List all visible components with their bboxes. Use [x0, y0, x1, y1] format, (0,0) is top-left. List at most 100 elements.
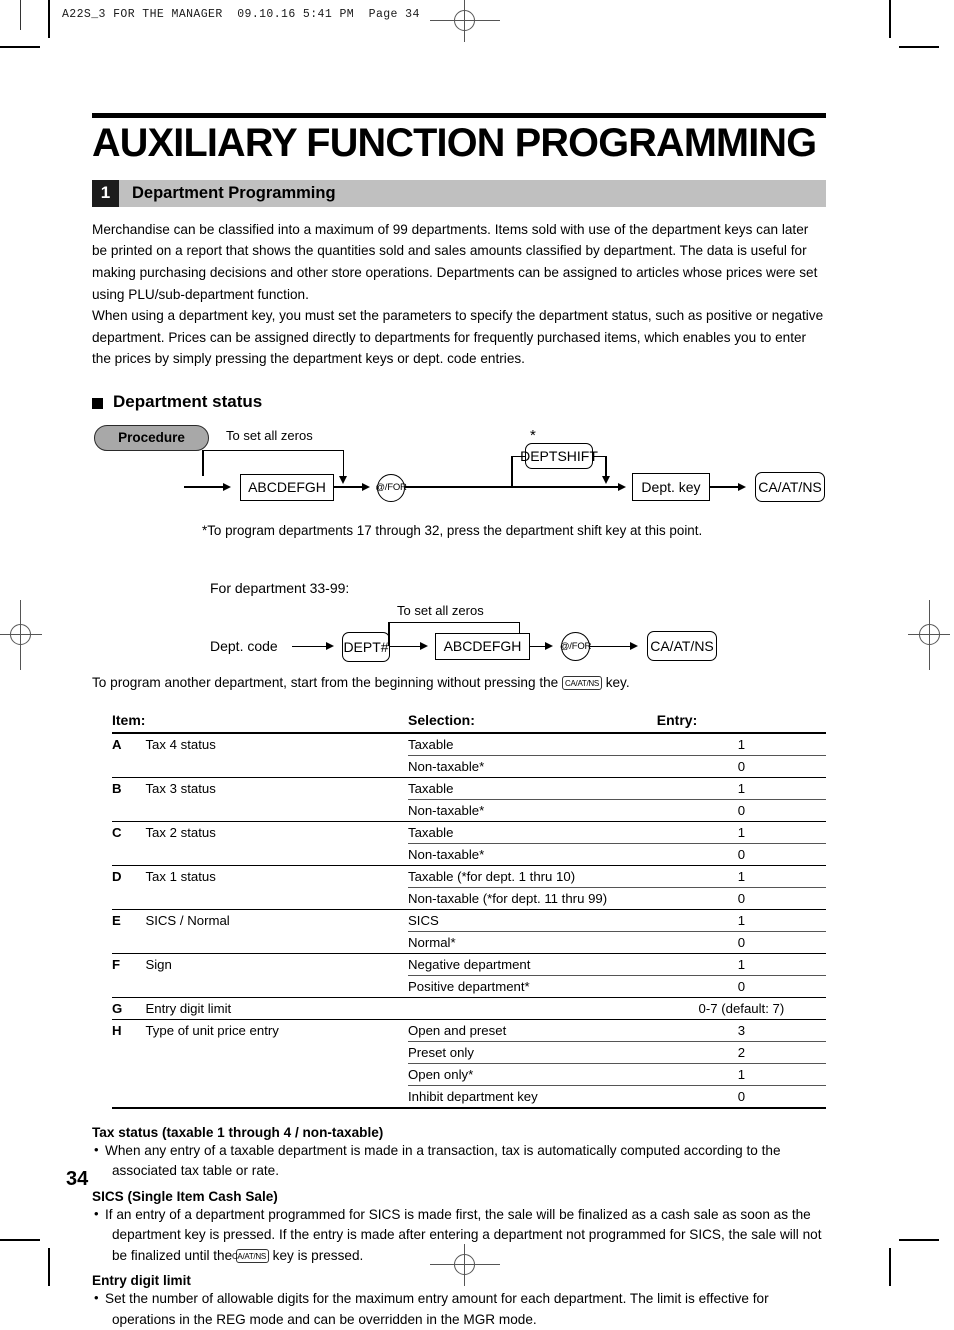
- zeros-loop-top-2: [388, 621, 520, 624]
- table-row: G Entry digit limit 0-7 (default: 7): [112, 997, 826, 1020]
- bullet-icon-3: •: [94, 1290, 99, 1306]
- deptcode-arrow: [326, 642, 334, 651]
- entry-arrow-1: [223, 482, 231, 491]
- for-to-caatns-arrow-2: [630, 642, 638, 651]
- crop-mark-top-right-vertical: [889, 0, 891, 38]
- crop-mark-top-left-horizontal: [0, 46, 40, 48]
- cell-entry: 3: [656, 1019, 826, 1042]
- deptshift-branch-right-stub: [592, 455, 606, 458]
- subheading-department-status: Department status: [92, 392, 826, 412]
- for-to-deptkey-line: [405, 486, 620, 488]
- caatns-inline-key-2: CA/AT/NS: [232, 1248, 269, 1263]
- square-bullet-icon: [92, 397, 103, 409]
- table-row: C Tax 2 status Taxable 1: [112, 821, 826, 844]
- intro-paragraph-1: Merchandise can be classified into a max…: [92, 221, 818, 302]
- table-row: F Sign Negative department 1: [112, 953, 826, 976]
- cell-code: G: [112, 997, 146, 1020]
- cell-entry: 1: [656, 953, 826, 976]
- link-param-to-for-1: [334, 486, 364, 488]
- cell-code: [112, 1063, 145, 1085]
- table-row: H Type of unit price entry Open and preset…: [112, 1019, 826, 1042]
- table-row: D Tax 1 status Taxable (*for dept. 1 thru …: [112, 865, 826, 888]
- cell-item: [145, 755, 408, 778]
- depthash-to-param-line: [390, 645, 422, 648]
- table-row: Inhibit department key 0: [112, 1085, 826, 1109]
- note-body-sics: • If an entry of a department programmed…: [92, 1205, 826, 1267]
- table-header-item: Item:: [112, 711, 146, 734]
- page-number: 34: [66, 1168, 89, 1190]
- deptshift-key: DEPTSHIFT: [520, 442, 598, 469]
- deptkey-to-caatns-line: [710, 486, 740, 488]
- cell-selection: Non-taxable*: [407, 843, 657, 866]
- note-body-entry-digit-limit: • Set the number of allowable digits for…: [92, 1289, 826, 1330]
- for-key-1: @/FOR: [375, 473, 407, 502]
- cell-item: [145, 1085, 408, 1109]
- table-header-item-blank: [145, 711, 408, 734]
- cell-item: Tax 4 status: [145, 736, 216, 752]
- cell-entry: 1: [656, 777, 826, 800]
- zeros-loop-top-1: [202, 449, 344, 452]
- set-all-zeros-label-2: To set all zeros: [397, 602, 484, 618]
- entry-line-1: [184, 486, 224, 488]
- crop-mark-top-right-horizontal: [899, 46, 939, 48]
- section-number: 1: [92, 179, 119, 207]
- crop-mark-bottom-left-vertical: [48, 1248, 50, 1286]
- cell-code: H: [112, 1022, 122, 1038]
- cell-entry: 0: [656, 1085, 826, 1109]
- table-row: Non-taxable (*for dept. 11 thru 99) 0: [112, 887, 826, 910]
- arrow-param-to-for-1: [362, 482, 370, 491]
- arrow-to-caatns-1: [738, 482, 746, 491]
- cell-selection: Normal*: [407, 931, 657, 954]
- note-body-tax-status: • When any entry of a taxable department…: [92, 1141, 826, 1182]
- cell-code: [112, 975, 146, 998]
- cell-selection: Taxable: [407, 777, 657, 800]
- cell-item: [145, 1063, 408, 1085]
- cell-entry: 0-7 (default: 7): [656, 997, 826, 1020]
- cell-item: SICS / Normal: [145, 912, 230, 928]
- cell-entry: 0: [656, 799, 826, 822]
- subheading-label: Department status: [113, 391, 263, 411]
- cell-selection: Non-taxable*: [407, 799, 657, 822]
- table-body: A Tax 4 status Taxable 1 Non-taxable* 0 B Tax 3…: [112, 732, 826, 1109]
- note-heading-sics: SICS (Single Item Cash Sale): [92, 1188, 278, 1204]
- table-header-row: Item: Selection: Entry:: [112, 711, 826, 734]
- table-row: Positive department* 0: [112, 975, 826, 998]
- cell-selection: Open only*: [407, 1063, 657, 1086]
- cell-selection: Taxable: [407, 821, 657, 844]
- cell-code: [112, 931, 146, 954]
- arrow-to-deptkey: [618, 482, 626, 491]
- deptshift-branch-left-drop: [511, 455, 513, 487]
- table-row: Non-taxable* 0: [112, 799, 826, 822]
- cell-item: [145, 975, 408, 998]
- section-header-bar: 1 Department Programming: [92, 179, 826, 207]
- cell-item: [145, 1041, 408, 1063]
- caatns-key-1: CA/AT/NS: [755, 471, 825, 502]
- registration-mark-left: [0, 600, 42, 670]
- crop-mark-bottom-left-horizontal: [0, 1239, 40, 1241]
- procedure-diagram-primary: Procedure To set all zeros ABCDEFGH @/FO…: [92, 423, 826, 573]
- deptshift-footnote: *To program departments 17 through 32, p…: [202, 522, 703, 538]
- table-row: E SICS / Normal SICS 1: [112, 909, 826, 932]
- table-header-selection: Selection:: [407, 711, 657, 734]
- cell-selection: [407, 997, 657, 1020]
- table-row: Normal* 0: [112, 931, 826, 954]
- procedure-diagram-secondary: For department 33-99: To set all zeros D…: [92, 578, 826, 678]
- page-title: AUXILIARY FUNCTION PROGRAMMING: [92, 121, 817, 165]
- cell-code: [112, 799, 146, 822]
- cell-code: [112, 843, 146, 866]
- cell-item: Tax 2 status: [145, 824, 216, 840]
- depthash-to-param-arrow: [420, 642, 428, 651]
- crop-mark-bottom-right-vertical: [889, 1248, 891, 1286]
- note-text-entry-digit-limit: Set the number of allowable digits for t…: [105, 1291, 769, 1327]
- cell-selection: Non-taxable*: [407, 755, 657, 778]
- table-row: Open only* 1: [112, 1063, 826, 1086]
- cell-code: C: [112, 824, 122, 840]
- cell-item: Tax 3 status: [145, 780, 216, 796]
- cell-entry: 0: [656, 755, 826, 778]
- title-top-rule: [92, 113, 826, 118]
- cell-entry: 0: [656, 887, 826, 910]
- cell-entry: 1: [656, 1063, 826, 1086]
- zeros-loop-left-2: [388, 621, 390, 646]
- cell-selection: Taxable (*for dept. 1 thru 10): [407, 865, 657, 888]
- cell-entry: 1: [656, 865, 826, 888]
